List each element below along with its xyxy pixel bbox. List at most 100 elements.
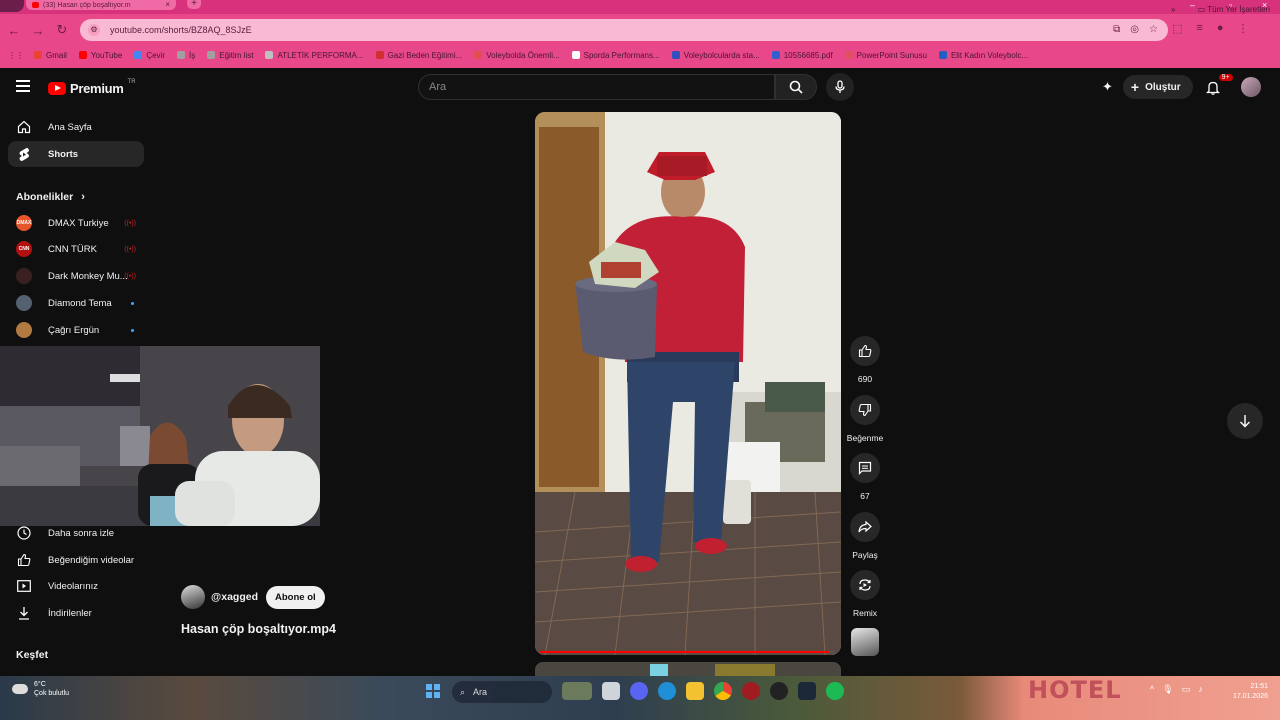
apps-icon[interactable]: ⋮⋮: [8, 51, 24, 60]
tracking-eye-icon[interactable]: ◎: [1130, 24, 1139, 35]
bookmark-item[interactable]: YouTube: [78, 51, 122, 60]
extensions-icon[interactable]: ⬚: [1172, 22, 1182, 35]
bookmark-item[interactable]: ATLETİK PERFORMA...: [265, 50, 364, 60]
sidebar-item-your-videos[interactable]: Videolarınız: [8, 573, 144, 599]
voice-search-button[interactable]: [826, 73, 854, 101]
download-icon: [16, 605, 32, 621]
comments-button[interactable]: [850, 453, 880, 483]
browser-avatar-icon[interactable]: ●: [1217, 22, 1224, 35]
create-button[interactable]: + Oluştur: [1122, 75, 1193, 99]
youtube-play-icon: [48, 82, 66, 95]
taskbar-search[interactable]: ⌕ Ara: [452, 681, 552, 703]
sidebar-item-downloads[interactable]: İndirilenler: [8, 600, 144, 626]
bookmark-label: Voleybolda Önemli...: [486, 50, 560, 60]
bookmark-star-icon[interactable]: ☆: [1149, 24, 1158, 35]
channel-name[interactable]: @xagged: [211, 591, 258, 603]
menu-icon[interactable]: [16, 80, 30, 92]
bookmark-item[interactable]: Çevir: [134, 51, 165, 60]
bookmark-item[interactable]: Sporda Performans...: [571, 51, 660, 60]
steam-icon[interactable]: [798, 682, 816, 700]
share-button[interactable]: [850, 512, 880, 542]
notifications-button[interactable]: 9+: [1203, 74, 1233, 97]
bookmarks-overflow-icon[interactable]: »: [1171, 5, 1175, 14]
sidebar-item-subscription[interactable]: DMAX DMAX Turkiye ((•)): [8, 210, 144, 236]
weather-widget[interactable]: 6°C Çok bulutlu: [12, 680, 69, 698]
forward-icon[interactable]: →: [26, 23, 50, 38]
browser-menu-icon[interactable]: ⋮: [1237, 22, 1248, 35]
bookmark-item[interactable]: PowerPoint Sunusu: [844, 50, 927, 60]
bookmark-label: PowerPoint Sunusu: [856, 50, 927, 60]
reload-icon[interactable]: ↻: [50, 22, 74, 38]
sidebar-item-subscription[interactable]: Çağrı Ergün: [8, 317, 144, 343]
site-info-icon[interactable]: ⚙: [88, 24, 100, 36]
bookmark-label: ATLETİK PERFORMA...: [277, 50, 364, 60]
youtube-favicon-icon: [32, 2, 39, 8]
remix-button[interactable]: [850, 570, 880, 600]
app-icon[interactable]: [742, 682, 760, 700]
channel-avatar: [16, 322, 32, 338]
create-label: Oluştur: [1145, 81, 1181, 93]
microphone-icon: [835, 80, 845, 93]
next-short-button[interactable]: [1227, 403, 1263, 439]
all-bookmarks-folder[interactable]: ▭ Tüm Yer İşaretleri: [1198, 5, 1270, 14]
task-view-icon[interactable]: [602, 682, 620, 700]
discord-icon[interactable]: [630, 682, 648, 700]
bookmark-item[interactable]: Gmail: [34, 51, 67, 60]
tray-chevron-icon[interactable]: ^: [1150, 684, 1154, 695]
search-icon: [789, 80, 803, 94]
search-input[interactable]: Ara: [418, 74, 775, 100]
live-indicator-icon: ((•)): [124, 245, 136, 253]
windows-start-icon[interactable]: [426, 684, 440, 698]
widgets-icon[interactable]: [562, 682, 592, 700]
edge-icon[interactable]: [658, 682, 676, 700]
address-bar[interactable]: ⚙ youtube.com/shorts/BZ8AQ_8SJzE ⧉ ◎ ☆: [80, 19, 1168, 41]
short-video-player[interactable]: [535, 112, 841, 655]
install-app-icon[interactable]: ⧉: [1113, 24, 1120, 35]
volume-icon[interactable]: ♪: [1198, 684, 1203, 695]
bookmark-item[interactable]: Elit Kadın Voleybolc...: [938, 51, 1028, 60]
media-controls-icon[interactable]: ≡: [1196, 22, 1202, 35]
bookmark-item[interactable]: Gazi Beden Eğitimi...: [375, 51, 462, 60]
chrome-icon[interactable]: [714, 682, 732, 700]
file-explorer-icon[interactable]: [686, 682, 704, 700]
taskbar-clock[interactable]: 21:51 17.01.2026: [1224, 682, 1268, 702]
playback-progress-bar[interactable]: [540, 651, 835, 653]
search-button[interactable]: [775, 74, 817, 100]
youtube-premium-logo[interactable]: Premium TR: [48, 79, 136, 96]
sidebar-item-liked-videos[interactable]: Beğendiğim videolar: [8, 547, 144, 573]
dislike-button[interactable]: [850, 395, 880, 425]
thumbs-up-icon: [858, 344, 872, 358]
subscriptions-heading[interactable]: Abonelikler ›: [16, 191, 85, 203]
account-avatar[interactable]: [1240, 77, 1261, 97]
spotify-icon[interactable]: [826, 682, 844, 700]
sidebar-item-subscription[interactable]: CNN CNN TÜRK ((•)): [8, 236, 144, 262]
sidebar-item-subscription[interactable]: Diamond Tema: [8, 290, 144, 316]
ai-sparkle-icon[interactable]: ✦: [1102, 79, 1113, 95]
tab-close-icon[interactable]: ×: [165, 0, 170, 9]
network-icon[interactable]: ▭: [1182, 684, 1191, 695]
tab-title: (33) Hasan çöp boşaltıyor.m: [43, 1, 131, 9]
live-indicator-icon: ((•)): [124, 219, 136, 227]
url-text: youtube.com/shorts/BZ8AQ_8SJzE: [110, 25, 252, 35]
browser-profile-button[interactable]: [0, 0, 24, 12]
bookmark-item[interactable]: Voleybolcularda sta...: [671, 51, 760, 60]
bookmark-item[interactable]: İş: [177, 51, 195, 60]
next-short-preview[interactable]: [535, 662, 841, 676]
bookmark-favicon-icon: [34, 51, 42, 59]
new-tab-button[interactable]: +: [187, 0, 201, 9]
sound-thumbnail[interactable]: [851, 628, 879, 656]
subscribe-button[interactable]: Abone ol: [266, 585, 325, 609]
bookmark-item[interactable]: Voleybolda Önemli...: [474, 50, 560, 60]
bookmark-item[interactable]: 10556685.pdf: [771, 51, 833, 60]
channel-avatar[interactable]: [181, 585, 205, 609]
sidebar-item-home[interactable]: Ana Sayfa: [8, 114, 144, 140]
like-button[interactable]: [850, 336, 880, 366]
bookmark-item[interactable]: Eğitim list: [207, 51, 253, 60]
github-icon[interactable]: [770, 682, 788, 700]
tray-mic-icon[interactable]: 🎙: [1162, 684, 1173, 695]
video-frame-image: [535, 112, 841, 655]
back-icon[interactable]: ←: [2, 23, 26, 38]
active-tab[interactable]: (33) Hasan çöp boşaltıyor.m ×: [26, 0, 176, 10]
sidebar-item-shorts[interactable]: Shorts: [8, 141, 144, 167]
sidebar-item-subscription[interactable]: Dark Monkey Mu... ((•)): [8, 263, 144, 289]
